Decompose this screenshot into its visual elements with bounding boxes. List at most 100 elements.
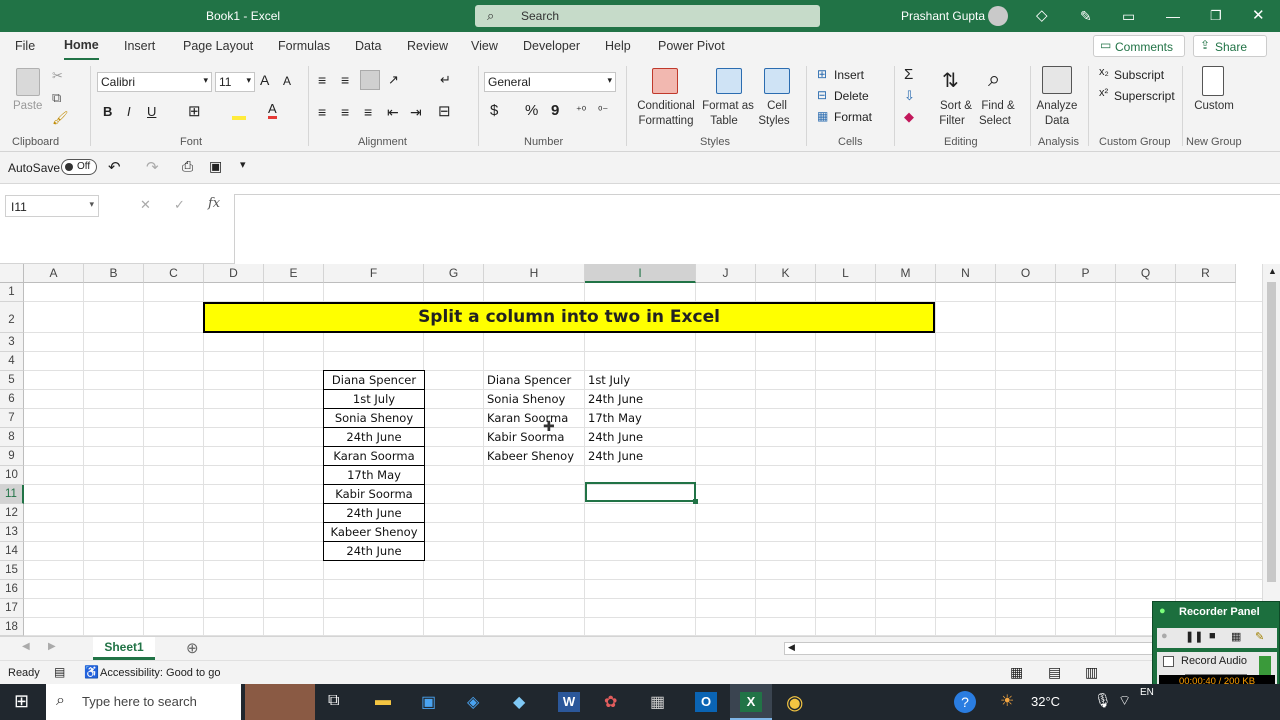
tab-home[interactable]: Home	[64, 32, 99, 61]
tab-developer[interactable]: Developer	[523, 32, 580, 60]
tab-file[interactable]: File	[15, 32, 35, 60]
bold-button[interactable]: B	[103, 104, 112, 119]
temperature[interactable]: 32°C	[1031, 694, 1060, 709]
avatar[interactable]	[988, 6, 1008, 26]
row-header-8[interactable]: 8	[0, 428, 24, 447]
tab-formulas[interactable]: Formulas	[278, 32, 330, 60]
word-icon[interactable]: W	[558, 692, 580, 712]
copy-icon[interactable]: ⧉	[52, 90, 61, 106]
cell-styles-label[interactable]: Cell	[762, 99, 792, 113]
row-header-16[interactable]: 16	[0, 580, 24, 599]
vertical-scrollbar[interactable]: ▲	[1262, 264, 1280, 636]
search-box[interactable]: ⌕ Search	[475, 5, 820, 27]
currency-button[interactable]: $	[490, 102, 498, 119]
column-header-l[interactable]: L	[816, 264, 876, 283]
increase-indent-icon[interactable]: ⇥	[410, 104, 422, 121]
analyze-data-label2[interactable]: Data	[1040, 114, 1074, 128]
store-icon[interactable]: ▣	[421, 692, 436, 712]
format-as-table-label[interactable]: Format as	[700, 99, 756, 113]
cell-f10[interactable]: 17th May	[323, 465, 425, 485]
cell-f11[interactable]: Kabir Soorma	[323, 484, 425, 504]
next-sheet-icon[interactable]: ▶	[48, 641, 56, 652]
row-header-13[interactable]: 13	[0, 523, 24, 542]
insert-cells-icon[interactable]: ⊞	[817, 67, 827, 81]
tab-page-layout[interactable]: Page Layout	[183, 32, 253, 60]
column-header-o[interactable]: O	[996, 264, 1056, 283]
cell-i7[interactable]: 17th May	[588, 411, 642, 425]
redo-icon[interactable]: ↷	[146, 158, 159, 176]
normal-view-icon[interactable]: ▦	[1010, 664, 1023, 681]
paint-icon[interactable]: ✿	[604, 692, 617, 712]
page-break-view-icon[interactable]: ▥	[1085, 664, 1098, 681]
close-icon[interactable]: ✕	[1252, 0, 1265, 32]
horizontal-scrollbar[interactable]: ◀	[784, 642, 1154, 655]
column-header-g[interactable]: G	[424, 264, 484, 283]
column-header-f[interactable]: F	[324, 264, 424, 283]
app-icon[interactable]: ◆	[513, 692, 525, 712]
microphone-icon[interactable]: 🎙	[1094, 692, 1112, 709]
enter-icon[interactable]: ✓	[174, 197, 185, 213]
dropbox-icon[interactable]: ◈	[467, 692, 479, 712]
comments-button[interactable]: ▭ Comments	[1093, 35, 1185, 57]
cell-h9[interactable]: Kabeer Shenoy	[487, 449, 574, 463]
add-sheet-icon[interactable]: ⊕	[186, 639, 199, 657]
paste-icon[interactable]	[16, 68, 40, 96]
align-left-icon[interactable]: ≡	[318, 104, 326, 120]
decrease-decimal-icon[interactable]: ⁰⁻	[598, 104, 608, 117]
custom-button-label[interactable]: Custom	[1192, 99, 1236, 113]
cell-f6[interactable]: 1st July	[323, 389, 425, 409]
sheet-tab-sheet1[interactable]: Sheet1	[93, 637, 155, 660]
column-header-c[interactable]: C	[144, 264, 204, 283]
tab-view[interactable]: View	[471, 32, 498, 60]
tab-power-pivot[interactable]: Power Pivot	[658, 32, 725, 60]
minimize-icon[interactable]: —	[1166, 0, 1180, 32]
weather-icon[interactable]: ☀	[1000, 691, 1014, 711]
customize-qat-icon[interactable]: ▾	[240, 158, 246, 171]
pen-icon[interactable]: ✎	[1255, 630, 1264, 643]
borders-icon[interactable]: ⊞	[188, 102, 201, 120]
number-format-select[interactable]: General ▾	[484, 72, 616, 92]
format-as-table-icon[interactable]	[716, 68, 742, 94]
outlook-icon[interactable]: O	[695, 692, 717, 712]
language-indicator[interactable]: EN	[1140, 687, 1154, 698]
cell-i5[interactable]: 1st July	[588, 373, 630, 387]
autosave-toggle[interactable]: Off	[61, 159, 97, 175]
scroll-thumb[interactable]	[1267, 282, 1276, 582]
active-cell[interactable]	[585, 482, 696, 502]
insert-function-button[interactable]: fx	[208, 196, 220, 211]
cell-i6[interactable]: 24th June	[588, 392, 643, 406]
delete-cells-button[interactable]: Delete	[834, 89, 869, 103]
row-header-3[interactable]: 3	[0, 333, 24, 352]
column-header-m[interactable]: M	[876, 264, 936, 283]
paste-label[interactable]: Paste	[13, 99, 42, 113]
select-all-corner[interactable]	[0, 264, 24, 283]
cell-styles-label2[interactable]: Styles	[756, 114, 792, 128]
row-header-9[interactable]: 9	[0, 447, 24, 466]
clear-icon[interactable]: ◆	[904, 109, 914, 125]
fill-color-icon[interactable]	[232, 116, 246, 120]
column-header-a[interactable]: A	[24, 264, 84, 283]
name-box[interactable]: I11 ▾	[5, 195, 99, 217]
taskbar-search[interactable]: ⌕ Type here to search	[46, 684, 241, 720]
calculator-icon[interactable]: ▦	[650, 692, 665, 712]
record-audio-checkbox[interactable]	[1163, 656, 1174, 667]
accessibility-status[interactable]: Accessibility: Good to go	[100, 667, 220, 679]
wrap-text-icon[interactable]: ↵	[440, 72, 451, 88]
cancel-icon[interactable]: ✕	[140, 197, 151, 213]
record-button[interactable]: ●	[1161, 630, 1168, 642]
row-header-10[interactable]: 10	[0, 466, 24, 485]
share-button[interactable]: ⇪ Share	[1193, 35, 1267, 57]
page-layout-view-icon[interactable]: ▤	[1048, 664, 1061, 681]
delete-cells-icon[interactable]: ⊟	[817, 88, 827, 102]
title-banner[interactable]: Split a column into two in Excel	[203, 302, 935, 333]
orientation-icon[interactable]: ↗	[388, 72, 399, 88]
sort-filter-label2[interactable]: Filter	[936, 114, 968, 128]
accessibility-icon[interactable]: ♿	[84, 665, 99, 679]
align-bottom-icon[interactable]	[360, 70, 380, 90]
cell-i8[interactable]: 24th June	[588, 430, 643, 444]
italic-button[interactable]: I	[127, 104, 131, 119]
tab-help[interactable]: Help	[605, 32, 631, 60]
cell-f13[interactable]: Kabeer Shenoy	[323, 522, 425, 542]
conditional-formatting-label[interactable]: Conditional	[636, 99, 696, 113]
cell-h6[interactable]: Sonia Shenoy	[487, 392, 565, 406]
